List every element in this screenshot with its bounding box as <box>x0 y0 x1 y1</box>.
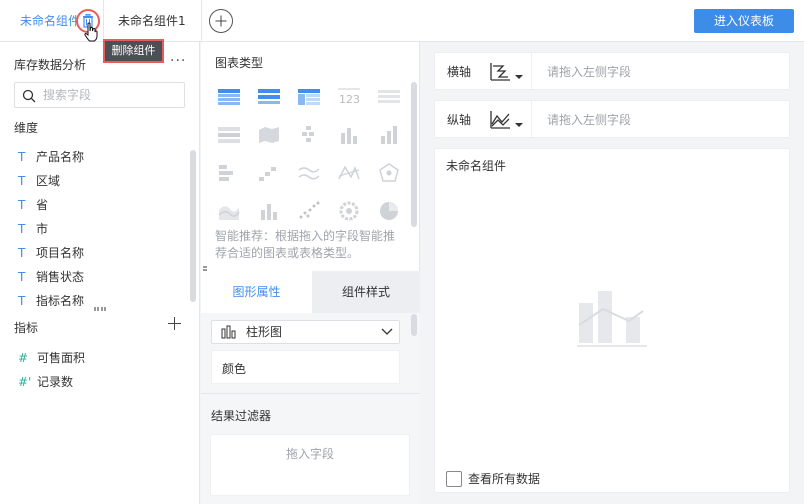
chart-type-select[interactable]: 柱形图 <box>211 320 400 344</box>
filter-title: 结果过滤器 <box>211 409 272 423</box>
delete-tooltip: 删除组件 <box>103 39 164 63</box>
dimension-field[interactable]: T 销售状态 <box>18 268 84 286</box>
config-panel: 图表类型 123 智能推荐：根据拖入的字段智能推荐合适的图表或表格类型。 图形属… <box>201 42 420 504</box>
sunburst-chart-icon[interactable] <box>337 200 361 222</box>
text-type-icon: T <box>18 174 26 188</box>
text-type-icon: T <box>18 150 26 164</box>
view-all-label: 查看所有数据 <box>468 472 541 486</box>
chart-type-title: 图表类型 <box>215 56 264 70</box>
chart-type-scrollbar[interactable] <box>411 82 417 227</box>
radar-chart-icon[interactable] <box>337 162 361 184</box>
x-axis-drop-zone[interactable]: 请拖入左侧字段 <box>547 53 631 91</box>
map-area-icon[interactable] <box>257 124 281 146</box>
search-icon <box>22 89 36 103</box>
table-cross-icon[interactable] <box>297 86 321 108</box>
dimension-list: T 产品名称 T 区域 T省 T市 T 项目名称 T 销售状态 T 指标名称 <box>0 146 190 306</box>
waterfall-icon[interactable] <box>217 162 241 184</box>
measure-field[interactable]: #' 记录数 <box>18 373 73 391</box>
dataset-title: 库存数据分析 <box>14 58 87 72</box>
stepped-bar-icon[interactable] <box>257 162 281 184</box>
data-panel: 库存数据分析 ··· 维度 T产品名称 T区域 T省 T市 T项目名称 T销售状… <box>0 42 200 504</box>
y-axis-row: 纵轴 请拖入左侧字段 <box>434 100 790 139</box>
dimension-field[interactable]: T 项目名称 <box>18 244 84 262</box>
dimension-scrollbar[interactable] <box>190 150 196 302</box>
y-axis-drop-zone[interactable]: 请拖入左侧字段 <box>547 101 631 139</box>
tab-bar: 未命名组件 未命名组件1 进入仪表板 <box>0 0 804 42</box>
text-type-icon: T <box>18 270 26 284</box>
tab-component-style[interactable]: 组件样式 <box>312 271 420 313</box>
empty-chart-icon <box>577 291 647 347</box>
axis-type-icon[interactable] <box>489 62 511 82</box>
kpi-number-icon[interactable]: 123 <box>337 86 361 108</box>
view-all-checkbox[interactable] <box>446 471 462 487</box>
calc-number-type-icon: #' <box>18 375 32 389</box>
smart-recommend-text: 智能推荐：根据拖入的字段智能推荐合适的图表或表格类型。 <box>215 229 396 260</box>
line-chart-icon[interactable] <box>297 162 321 184</box>
component-title: 未命名组件 <box>446 159 507 173</box>
table-plain-icon[interactable] <box>377 86 401 108</box>
filter-drop-zone[interactable]: 拖入字段 <box>210 434 410 496</box>
dot-chart-icon[interactable] <box>297 124 321 146</box>
field-search[interactable] <box>14 82 185 108</box>
bar-chart-icon[interactable] <box>337 124 361 146</box>
scatter-chart-icon[interactable] <box>297 200 321 222</box>
chart-canvas: 未命名组件 查看所有数据 <box>434 148 790 493</box>
number-type-icon: # <box>18 351 29 365</box>
tab-graph-properties[interactable]: 图形属性 <box>201 271 312 313</box>
chevron-down-icon <box>381 328 393 335</box>
y-axis-label: 纵轴 <box>447 113 472 127</box>
axis-divider <box>531 53 532 91</box>
table-detail-icon[interactable] <box>257 86 281 108</box>
tab-component-1[interactable]: 未命名组件1 <box>104 0 202 42</box>
caret-down-icon[interactable] <box>515 75 523 79</box>
tab-label: 未命名组件 <box>20 14 81 28</box>
pie-chart-icon[interactable] <box>377 200 401 222</box>
bar-chart-icon <box>221 325 236 339</box>
text-type-icon: T <box>18 198 26 212</box>
table-grouped-icon[interactable] <box>217 86 241 108</box>
chart-select-value: 柱形图 <box>246 325 283 339</box>
add-component-button[interactable] <box>209 9 233 33</box>
axis-divider <box>531 101 532 139</box>
property-tabs: 图形属性 组件样式 <box>201 271 420 313</box>
dimension-field[interactable]: T 区域 <box>18 172 60 190</box>
heatmap-table-icon[interactable] <box>217 124 241 146</box>
panel-resize-handle[interactable] <box>94 307 106 311</box>
search-input[interactable] <box>43 86 181 104</box>
area-chart-icon[interactable] <box>217 200 241 222</box>
result-filter: 结果过滤器 拖入字段 <box>201 393 420 504</box>
stacked-column-icon[interactable] <box>377 124 401 146</box>
dimension-field[interactable]: T 指标名称 <box>18 292 84 306</box>
property-scrollbar[interactable] <box>411 314 417 336</box>
more-options-icon[interactable]: ··· <box>170 53 186 69</box>
dimension-field[interactable]: T市 <box>18 220 48 238</box>
add-measure-icon[interactable] <box>168 317 182 331</box>
svg-text:123: 123 <box>339 93 360 106</box>
enter-dashboard-button[interactable]: 进入仪表板 <box>694 9 794 33</box>
text-type-icon: T <box>18 222 26 236</box>
text-type-icon: T <box>18 246 26 260</box>
dimension-title: 维度 <box>14 121 39 135</box>
stacked-bar-icon[interactable] <box>257 200 281 222</box>
dimension-field[interactable]: T省 <box>18 196 48 214</box>
axis-type-icon[interactable] <box>489 110 511 130</box>
dimension-field[interactable]: T 产品名称 <box>18 148 84 166</box>
measure-title: 指标 <box>14 321 39 335</box>
tab-label: 未命名组件1 <box>118 14 186 28</box>
color-setting[interactable]: 颜色 <box>211 350 400 384</box>
measure-field[interactable]: # 可售面积 <box>18 349 85 367</box>
x-axis-label: 横轴 <box>447 65 472 79</box>
text-type-icon: T <box>18 294 26 306</box>
caret-down-icon[interactable] <box>515 123 523 127</box>
polygon-chart-icon[interactable] <box>377 162 401 184</box>
x-axis-row: 横轴 请拖入左侧字段 <box>434 52 790 91</box>
hand-cursor-icon <box>84 22 98 42</box>
color-label: 颜色 <box>222 362 247 376</box>
